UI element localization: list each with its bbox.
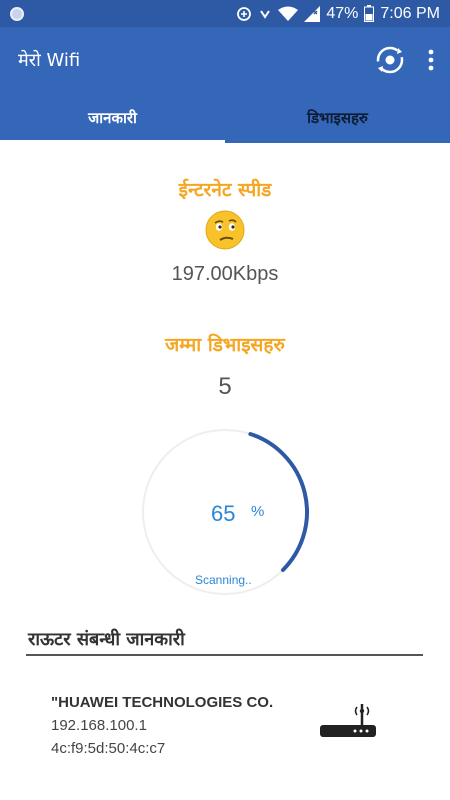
router-divider xyxy=(26,654,423,656)
notification-dot-icon xyxy=(10,6,24,21)
router-mac: 4c:f9:5d:50:4c:c7 xyxy=(51,740,166,757)
more-vert-icon[interactable] xyxy=(428,49,434,71)
internet-speed-value: 197.00Kbps xyxy=(171,263,279,285)
tab-info[interactable]: जानकारी xyxy=(0,93,225,143)
scan-status: Scanning.. xyxy=(195,573,252,587)
router-info-heading: राऊटर संबन्धी जानकारी xyxy=(28,629,185,650)
clock: 7:06 PM xyxy=(380,4,440,22)
refresh-icon[interactable] xyxy=(374,44,406,76)
scan-percent-value: 65 xyxy=(211,501,236,526)
info-content: ईन्टरनेट स्पीड 197.00Kbps जम्मा डिभाइसहर… xyxy=(0,143,450,800)
router-ip: 192.168.100.1 xyxy=(51,717,147,734)
signal-icon xyxy=(304,5,321,22)
tab-bar: जानकारी डिभाइसहरु xyxy=(0,93,450,143)
battery-icon xyxy=(364,5,375,22)
total-devices-title: जम्मा डिभाइसहरु xyxy=(165,334,285,356)
wifi-icon xyxy=(278,6,299,21)
gauge-progress-arc xyxy=(248,432,309,572)
total-devices-count: 5 xyxy=(218,373,232,400)
sync-icon xyxy=(237,6,252,21)
battery-percent: 47% xyxy=(326,4,359,22)
scan-percent-sign: % xyxy=(251,503,265,520)
app-bar: मेरो Wifi xyxy=(0,27,450,93)
thinking-face-icon xyxy=(205,210,245,250)
router-vendor: "HUAWEI TECHNOLOGIES CO. xyxy=(51,694,274,711)
status-bar: 47% 7:06 PM xyxy=(0,0,450,27)
router-icon xyxy=(320,704,376,737)
router-info-card[interactable]: "HUAWEI TECHNOLOGIES CO. 192.168.100.1 4… xyxy=(51,691,273,760)
app-title: मेरो Wifi xyxy=(18,50,81,71)
internet-speed-title: ईन्टरनेट स्पीड xyxy=(178,179,272,201)
vibrate-icon xyxy=(260,9,271,19)
status-icons: 47% 7:06 PM xyxy=(236,5,440,23)
tab-devices[interactable]: डिभाइसहरु xyxy=(225,93,450,143)
